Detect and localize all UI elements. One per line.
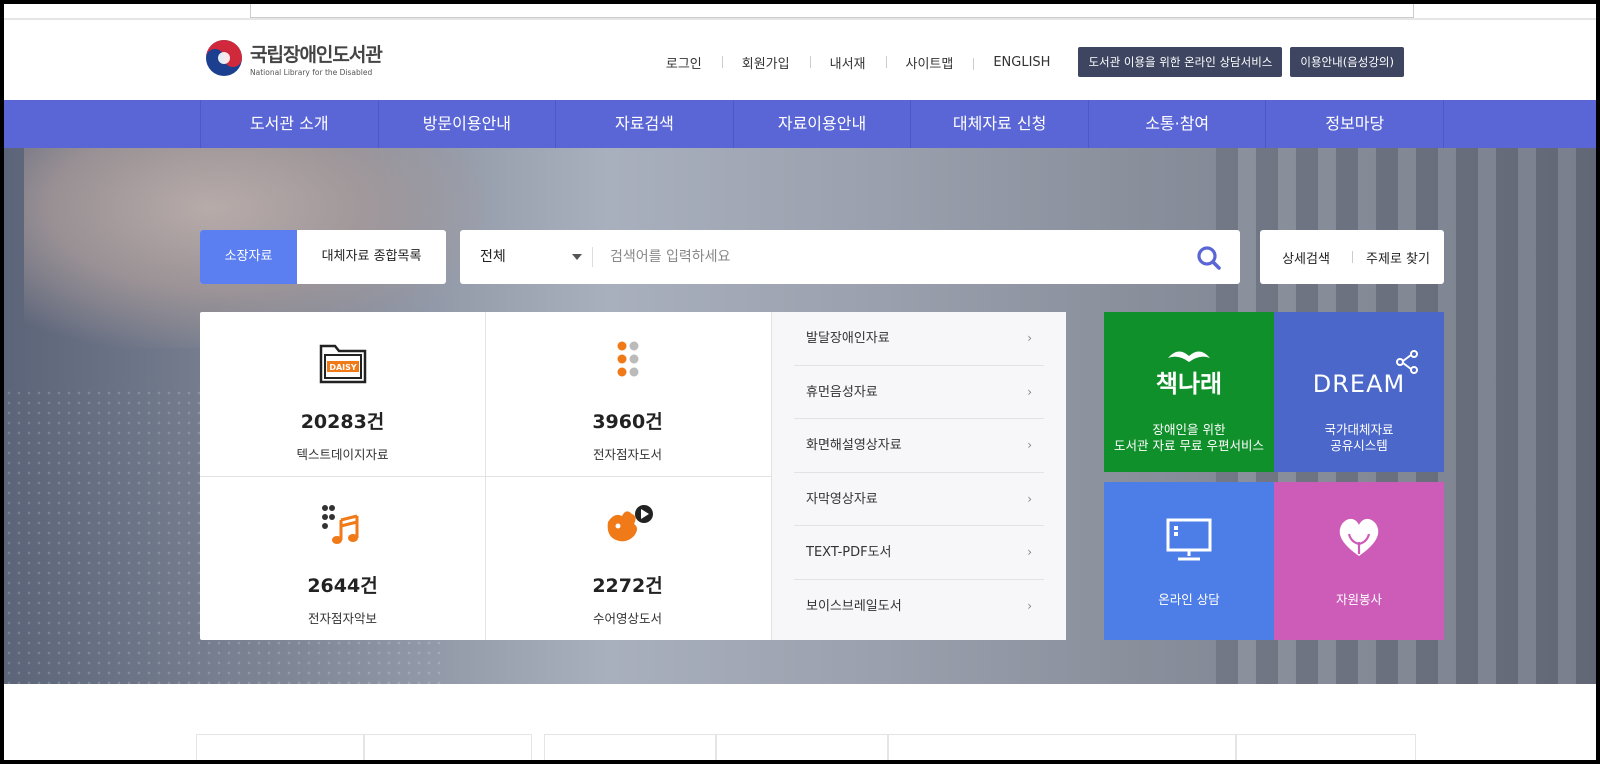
nav-item-request[interactable]: 대체자료 신청	[911, 100, 1089, 148]
tab-union-catalog[interactable]: 대체자료 종합목록	[297, 230, 446, 284]
bottom-panel	[544, 734, 716, 760]
list-item[interactable]: 발달장애인자료 ›	[794, 312, 1044, 366]
search-divider	[592, 247, 593, 267]
stat-braille-score[interactable]: 2644건 전자점자악보	[200, 476, 485, 640]
nav-item-usage[interactable]: 자료이용안내	[734, 100, 912, 148]
nav-item-visit[interactable]: 방문이용안내	[379, 100, 557, 148]
search-input[interactable]	[610, 242, 1170, 272]
list-item[interactable]: 휴먼음성자료 ›	[794, 366, 1044, 419]
browser-viewport: 국립장애인도서관 National Library for the Disabl…	[4, 4, 1596, 760]
taegeuk-logo-icon	[204, 38, 244, 78]
my-library-link[interactable]: 내서재	[809, 53, 886, 72]
sitemap-link[interactable]: 사이트맵	[885, 53, 974, 72]
stat-sign-label: 수어영상도서	[592, 611, 662, 626]
collection-stats-panel: DAISY 20283건 텍스트데이지자료 3960건 전자점자도서 2644건…	[200, 312, 1066, 640]
braille-dots-icon	[602, 338, 654, 386]
tile-text: 장애인을 위한	[1152, 422, 1226, 437]
tile-text: 자원봉사	[1335, 592, 1382, 607]
chevron-right-icon: ›	[1027, 598, 1032, 613]
bottom-panel	[364, 734, 532, 760]
bottom-panel	[888, 734, 1236, 760]
bottom-panel	[716, 734, 888, 760]
bottom-panel	[196, 734, 364, 760]
service-tiles: 책나래 장애인을 위한 도서관 자료 무료 우편서비스 DREAM 국가대체자료…	[1104, 312, 1444, 640]
list-item[interactable]: TEXT-PDF도서 ›	[794, 526, 1044, 580]
stats-divider	[200, 476, 771, 477]
stat-braille-count: 3960건	[592, 411, 663, 433]
nav-item-community[interactable]: 소통·참여	[1089, 100, 1267, 148]
stat-daisy[interactable]: DAISY 20283건 텍스트데이지자료	[200, 312, 485, 476]
tile-text: 공유시스템	[1330, 438, 1388, 453]
tile-volunteer[interactable]: 자원봉사	[1274, 482, 1444, 640]
stat-daisy-label: 텍스트데이지자료	[296, 447, 389, 462]
search-box: 전체	[460, 230, 1240, 284]
tab-holdings[interactable]: 소장자료	[200, 230, 297, 284]
chevron-right-icon: ›	[1027, 384, 1032, 399]
material-link-label: 자막영상자료	[806, 491, 878, 507]
material-link-label: 발달장애인자료	[806, 331, 890, 346]
stat-sign-count: 2272건	[592, 575, 663, 597]
chevron-right-icon: ›	[1027, 331, 1032, 345]
stat-score-label: 전자점자악보	[307, 611, 377, 626]
heart-icon	[1334, 514, 1384, 564]
bottom-panel	[1236, 734, 1416, 760]
site-header: 국립장애인도서관 National Library for the Disabl…	[4, 20, 1596, 100]
online-counsel-button[interactable]: 도서관 이용을 위한 온라인 상담서비스	[1078, 47, 1283, 77]
usage-guide-button[interactable]: 이용안내(음성강의)	[1290, 47, 1404, 77]
sign-language-video-icon	[602, 502, 654, 550]
signup-link[interactable]: 회원가입	[721, 53, 810, 72]
stat-braille-book[interactable]: 3960건 전자점자도서	[485, 312, 770, 476]
material-link-label: 보이스브레일도서	[806, 598, 902, 614]
utility-nav: 로그인 회원가입 내서재 사이트맵 ENGLISH 도서관 이용을 위한 온라인…	[646, 47, 1404, 77]
logo-title: 국립장애인도서관	[250, 43, 383, 66]
advanced-search-link[interactable]: 상세검색	[1260, 248, 1352, 267]
stat-daisy-count: 20283건	[300, 411, 385, 433]
search-icon[interactable]	[1196, 245, 1222, 271]
search-scope-select[interactable]: 전체	[480, 230, 580, 284]
stat-sign-video[interactable]: 2272건 수어영상도서	[485, 476, 770, 640]
stat-score-count: 2644건	[307, 575, 378, 597]
subject-search-link[interactable]: 주제로 찾기	[1352, 248, 1444, 267]
chevron-right-icon: ›	[1027, 545, 1032, 559]
chevron-right-icon: ›	[1027, 491, 1032, 506]
material-link-label: TEXT-PDF도서	[806, 545, 892, 560]
search-area: 소장자료 대체자료 종합목록 전체 상세검색 주제로 찾기	[200, 230, 1444, 284]
stat-braille-label: 전자점자도서	[592, 447, 662, 462]
material-link-label: 화면해설영상자료	[806, 438, 902, 453]
nav-item-search[interactable]: 자료검색	[556, 100, 734, 148]
chaeknarae-logo: 책나래	[1155, 370, 1223, 398]
braille-music-icon	[317, 502, 369, 550]
top-strip	[250, 4, 1414, 18]
list-item[interactable]: 자막영상자료 ›	[794, 473, 1044, 526]
chevron-right-icon: ›	[1027, 438, 1032, 452]
main-nav: 도서관 소개 방문이용안내 자료검색 자료이용안내 대체자료 신청 소통·참여 …	[4, 100, 1596, 148]
advanced-search-box: 상세검색 주제로 찾기	[1260, 230, 1444, 284]
svg-text:DAISY: DAISY	[329, 363, 357, 372]
tile-text: 온라인 상담	[1158, 592, 1220, 607]
logo-subtitle: National Library for the Disabled	[250, 67, 373, 77]
site-logo[interactable]: 국립장애인도서관 National Library for the Disabl…	[204, 38, 383, 78]
english-link[interactable]: ENGLISH	[973, 55, 1070, 70]
daisy-folder-icon: DAISY	[317, 338, 369, 386]
list-item[interactable]: 화면해설영상자료 ›	[794, 419, 1044, 473]
material-list: 발달장애인자료 › 휴먼음성자료 › 화면해설영상자료 › 자막영상자료 › TEXT-…	[772, 312, 1066, 640]
list-item[interactable]: 보이스브레일도서 ›	[794, 580, 1044, 634]
chevron-down-icon	[572, 254, 582, 260]
search-tabs: 소장자료 대체자료 종합목록	[200, 230, 446, 284]
tile-online-counsel[interactable]: 온라인 상담	[1104, 482, 1274, 640]
nav-item-about[interactable]: 도서관 소개	[201, 100, 379, 148]
dream-logo: DREAM	[1312, 370, 1406, 398]
bottom-section	[4, 684, 1596, 760]
login-link[interactable]: 로그인	[646, 53, 722, 72]
material-link-label: 휴먼음성자료	[806, 384, 878, 400]
tile-text: 도서관 자료 무료 우편서비스	[1114, 438, 1264, 453]
tile-chaeknarae[interactable]: 책나래 장애인을 위한 도서관 자료 무료 우편서비스	[1104, 312, 1274, 472]
tile-dream[interactable]: DREAM 국가대체자료 공유시스템	[1274, 312, 1444, 472]
tile-text: 국가대체자료	[1324, 422, 1394, 437]
nav-item-info[interactable]: 정보마당	[1266, 100, 1445, 148]
monitor-icon	[1166, 518, 1212, 566]
